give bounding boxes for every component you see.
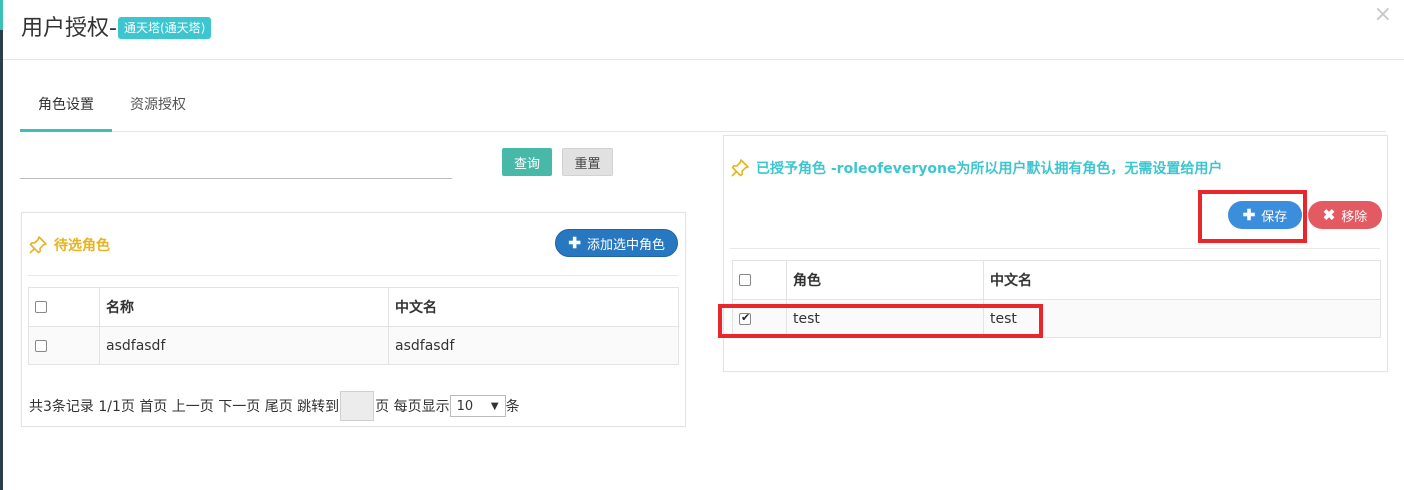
tab-resource-authorization[interactable]: 资源授权 — [112, 80, 204, 132]
page-size-select[interactable]: 10 ▼ — [449, 395, 506, 417]
tab-role-settings[interactable]: 角色设置 — [20, 80, 112, 132]
row-checkbox-cell — [28, 326, 100, 365]
add-selected-role-label: 添加选中角色 — [586, 236, 665, 252]
pushpin-icon — [731, 159, 749, 177]
remove-label: 移除 — [1341, 208, 1368, 224]
column-header-name: 名称 — [99, 287, 389, 327]
panel-divider — [730, 248, 1380, 249]
select-all-checkbox[interactable] — [739, 274, 751, 286]
tab-bar: 角色设置 资源授权 — [20, 80, 1386, 132]
pagination-summary: 共3条记录 1/1页 首页 上一页 下一页 尾页 跳转到 — [29, 399, 340, 415]
highlight-box-save — [1198, 190, 1307, 243]
highlight-box-row — [718, 304, 1043, 338]
pagination-unit: 条 — [505, 399, 520, 415]
search-input[interactable] — [20, 178, 452, 179]
jump-page-input[interactable] — [340, 391, 375, 421]
available-roles-panel: 待选角色 ✚ 添加选中角色 名称 中文名 asdfasdf asdfasdf 共… — [21, 212, 686, 427]
column-header-cn-name: 中文名 — [388, 287, 679, 327]
modal-title-text: 用户授权- — [21, 16, 117, 41]
remove-button[interactable]: ✖ 移除 — [1308, 201, 1382, 229]
select-all-cell — [28, 287, 100, 327]
role-name-cell: asdfasdf — [99, 326, 389, 365]
left-edge-bar — [0, 0, 3, 490]
pagination: 共3条记录 1/1页 首页 上一页 下一页 尾页 跳转到 页 每页显示 10 ▼… — [29, 391, 520, 421]
available-roles-title: 待选角色 — [28, 235, 110, 255]
granted-roles-title: 已授予角色 -roleofeveryone为所以用户默认拥有角色，无需设置给用户 — [730, 158, 1222, 178]
column-header-role: 角色 — [786, 260, 984, 300]
dropdown-arrow-icon: ▼ — [490, 400, 499, 412]
granted-roles-title-text: 已授予角色 -roleofeveryone为所以用户默认拥有角色，无需设置给用户 — [756, 161, 1223, 177]
available-roles-table: 名称 中文名 asdfasdf asdfasdf — [28, 287, 679, 365]
available-roles-title-text: 待选角色 — [54, 238, 110, 254]
page-size-value: 10 — [456, 398, 474, 414]
select-all-cell — [732, 260, 787, 300]
modal-title: 用户授权- 通天塔(通天塔) — [21, 10, 212, 42]
tenant-badge: 通天塔(通天塔) — [117, 17, 212, 39]
panel-divider — [28, 275, 678, 276]
plus-icon: ✚ — [568, 235, 581, 252]
role-cn-name-cell: asdfasdf — [388, 326, 679, 365]
table-header-row: 名称 中文名 — [28, 287, 679, 327]
add-selected-role-button[interactable]: ✚ 添加选中角色 — [555, 229, 678, 257]
reset-button[interactable]: 重置 — [562, 148, 613, 176]
close-icon: ✖ — [1322, 207, 1336, 224]
modal-header: 用户授权- 通天塔(通天塔) × — [3, 0, 1404, 60]
table-row[interactable]: asdfasdf asdfasdf — [28, 326, 679, 365]
table-header-row: 角色 中文名 — [732, 260, 1381, 300]
pushpin-icon — [29, 236, 47, 254]
pagination-per-page-label: 页 每页显示 — [375, 399, 450, 415]
role-cn-name-cell: test — [983, 299, 1381, 338]
row-checkbox[interactable] — [35, 339, 47, 352]
column-header-cn-name: 中文名 — [983, 260, 1381, 300]
query-button[interactable]: 查询 — [502, 148, 552, 176]
close-icon[interactable]: × — [1374, 2, 1392, 27]
select-all-checkbox[interactable] — [35, 301, 47, 313]
